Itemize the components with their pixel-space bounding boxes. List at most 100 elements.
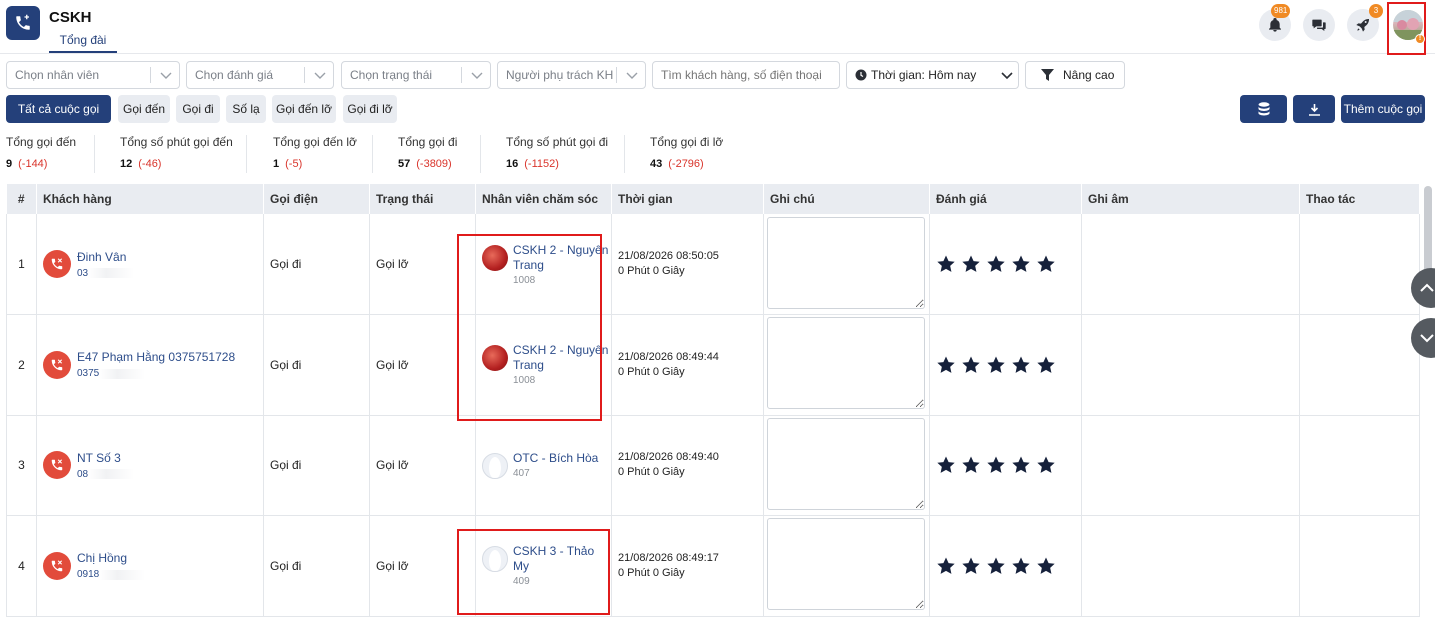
add-call-button[interactable]: Thêm cuộc gọi bbox=[1341, 95, 1425, 123]
staff-name-link[interactable]: CSKH 3 - Thảo My bbox=[513, 544, 611, 574]
note-textarea[interactable] bbox=[767, 417, 925, 510]
star-icon[interactable] bbox=[936, 556, 956, 576]
stat-outgoing-total: Tổng gọi đi 57 (-3809) bbox=[398, 135, 458, 170]
star-icon[interactable] bbox=[1011, 355, 1031, 375]
staff-extension: 1008 bbox=[513, 274, 536, 286]
time-range-select[interactable]: Thời gian: Hôm nay bbox=[846, 61, 1019, 89]
rating-cell bbox=[929, 515, 1082, 617]
star-icon[interactable] bbox=[936, 455, 956, 475]
vertical-scrollbar[interactable] bbox=[1424, 186, 1432, 276]
owner-select-label: Người phụ trách KH bbox=[506, 68, 614, 82]
redacted-phone bbox=[88, 469, 135, 480]
star-icon[interactable] bbox=[1036, 455, 1056, 475]
note-textarea[interactable] bbox=[767, 317, 925, 410]
chevron-down-icon bbox=[1001, 72, 1013, 80]
customer-phone: 08 bbox=[77, 468, 89, 480]
call-type-cell: Gọi đi bbox=[263, 314, 370, 416]
customer-cell: Đinh Vân 03 bbox=[36, 214, 264, 315]
star-rating[interactable] bbox=[936, 455, 1081, 475]
customer-name-link[interactable]: Đinh Vân bbox=[77, 250, 134, 264]
star-icon[interactable] bbox=[961, 254, 981, 274]
star-icon[interactable] bbox=[961, 355, 981, 375]
star-icon[interactable] bbox=[1011, 254, 1031, 274]
customer-name-link[interactable]: NT Số 3 bbox=[77, 451, 134, 465]
notification-badge: 981 bbox=[1271, 4, 1291, 18]
star-icon[interactable] bbox=[936, 355, 956, 375]
rating-select[interactable]: Chọn đánh giá bbox=[186, 61, 334, 89]
col-customer: Khách hàng bbox=[36, 184, 264, 214]
database-button[interactable] bbox=[1240, 95, 1287, 123]
note-textarea[interactable] bbox=[767, 216, 925, 309]
row-index: 3 bbox=[6, 415, 37, 516]
staff-name-link[interactable]: OTC - Bích Hòa bbox=[513, 451, 598, 466]
missed-call-icon[interactable] bbox=[43, 451, 71, 480]
col-status: Trạng thái bbox=[369, 184, 476, 214]
staff-select[interactable]: Chọn nhân viên bbox=[6, 61, 180, 89]
star-icon[interactable] bbox=[986, 355, 1006, 375]
col-note: Ghi chú bbox=[763, 184, 930, 214]
rating-cell bbox=[929, 314, 1082, 416]
tab-outgoing[interactable]: Gọi đi bbox=[176, 95, 220, 123]
notification-button[interactable]: 981 bbox=[1259, 4, 1291, 41]
clock-icon bbox=[855, 69, 867, 81]
star-icon[interactable] bbox=[961, 556, 981, 576]
redacted-phone bbox=[88, 267, 135, 278]
col-index: # bbox=[6, 184, 37, 214]
note-textarea[interactable] bbox=[767, 518, 925, 611]
star-icon[interactable] bbox=[986, 254, 1006, 274]
table-header: # Khách hàng Gọi điện Trạng thái Nhân vi… bbox=[6, 184, 1420, 214]
download-button[interactable] bbox=[1293, 95, 1335, 123]
staff-name-link[interactable]: CSKH 2 - Nguyên Trang bbox=[513, 343, 611, 373]
recording-cell bbox=[1081, 515, 1300, 617]
customer-phone: 0918 bbox=[77, 569, 100, 581]
missed-call-icon[interactable] bbox=[43, 350, 71, 379]
note-cell bbox=[763, 415, 930, 516]
missed-call-icon[interactable] bbox=[43, 250, 71, 278]
star-rating[interactable] bbox=[936, 254, 1081, 274]
chevron-down-icon bbox=[626, 72, 638, 79]
table-row: 4 Chị Hồng 0918 Gọi đi Gọi lỡ CSKH 3 - Thảo M… bbox=[6, 515, 1420, 617]
star-icon[interactable] bbox=[961, 455, 981, 475]
star-rating[interactable] bbox=[936, 355, 1081, 375]
staff-name-link[interactable]: CSKH 2 - Nguyên Trang bbox=[513, 243, 611, 273]
star-icon[interactable] bbox=[1011, 455, 1031, 475]
chat-button[interactable] bbox=[1303, 9, 1335, 41]
rocket-badge: 3 bbox=[1369, 4, 1383, 18]
actions-cell bbox=[1299, 314, 1420, 416]
database-icon bbox=[1258, 102, 1269, 116]
search-input[interactable] bbox=[652, 61, 840, 89]
star-rating[interactable] bbox=[936, 556, 1081, 576]
recording-cell bbox=[1081, 214, 1300, 315]
star-icon[interactable] bbox=[1036, 556, 1056, 576]
staff-cell: CSKH 3 - Thảo My 409 bbox=[475, 515, 612, 617]
star-icon[interactable] bbox=[1011, 556, 1031, 576]
stat-incoming-minutes: Tổng số phút gọi đến 12 (-46) bbox=[120, 135, 233, 170]
star-icon[interactable] bbox=[986, 556, 1006, 576]
star-icon[interactable] bbox=[1036, 355, 1056, 375]
star-icon[interactable] bbox=[936, 254, 956, 274]
phone-logo-icon[interactable] bbox=[6, 6, 40, 40]
tab-incoming[interactable]: Gọi đến bbox=[118, 95, 170, 123]
tab-all-calls[interactable]: Tất cả cuộc gọi bbox=[6, 95, 111, 123]
tab-missed-incoming[interactable]: Gọi đến lỡ bbox=[272, 95, 336, 123]
recording-cell bbox=[1081, 415, 1300, 516]
redacted-phone bbox=[99, 569, 146, 580]
star-icon[interactable] bbox=[986, 455, 1006, 475]
customer-name-link[interactable]: E47 Phạm Hằng 0375751728 bbox=[77, 350, 235, 364]
tab-unknown-number[interactable]: Số lạ bbox=[226, 95, 266, 123]
advanced-filter-button[interactable]: Nâng cao bbox=[1025, 61, 1125, 89]
tab-tong-dai[interactable]: Tổng đài bbox=[49, 33, 117, 53]
col-staff: Nhân viên chăm sóc bbox=[475, 184, 612, 214]
rocket-button[interactable]: 3 bbox=[1347, 4, 1383, 41]
call-type-cell: Gọi đi bbox=[263, 515, 370, 617]
chevron-down-icon bbox=[160, 72, 172, 79]
missed-call-icon[interactable] bbox=[43, 551, 71, 580]
stat-incoming-total: Tổng gọi đến 9 (-144) bbox=[6, 135, 77, 170]
star-icon[interactable] bbox=[1036, 254, 1056, 274]
owner-select[interactable]: Người phụ trách KH bbox=[497, 61, 646, 89]
customer-name-link[interactable]: Chị Hồng bbox=[77, 551, 145, 565]
user-avatar-button[interactable]: ! bbox=[1387, 2, 1426, 55]
status-select-label: Chọn trạng thái bbox=[350, 68, 433, 82]
status-select[interactable]: Chọn trạng thái bbox=[341, 61, 491, 89]
tab-missed-outgoing[interactable]: Gọi đi lỡ bbox=[343, 95, 397, 123]
